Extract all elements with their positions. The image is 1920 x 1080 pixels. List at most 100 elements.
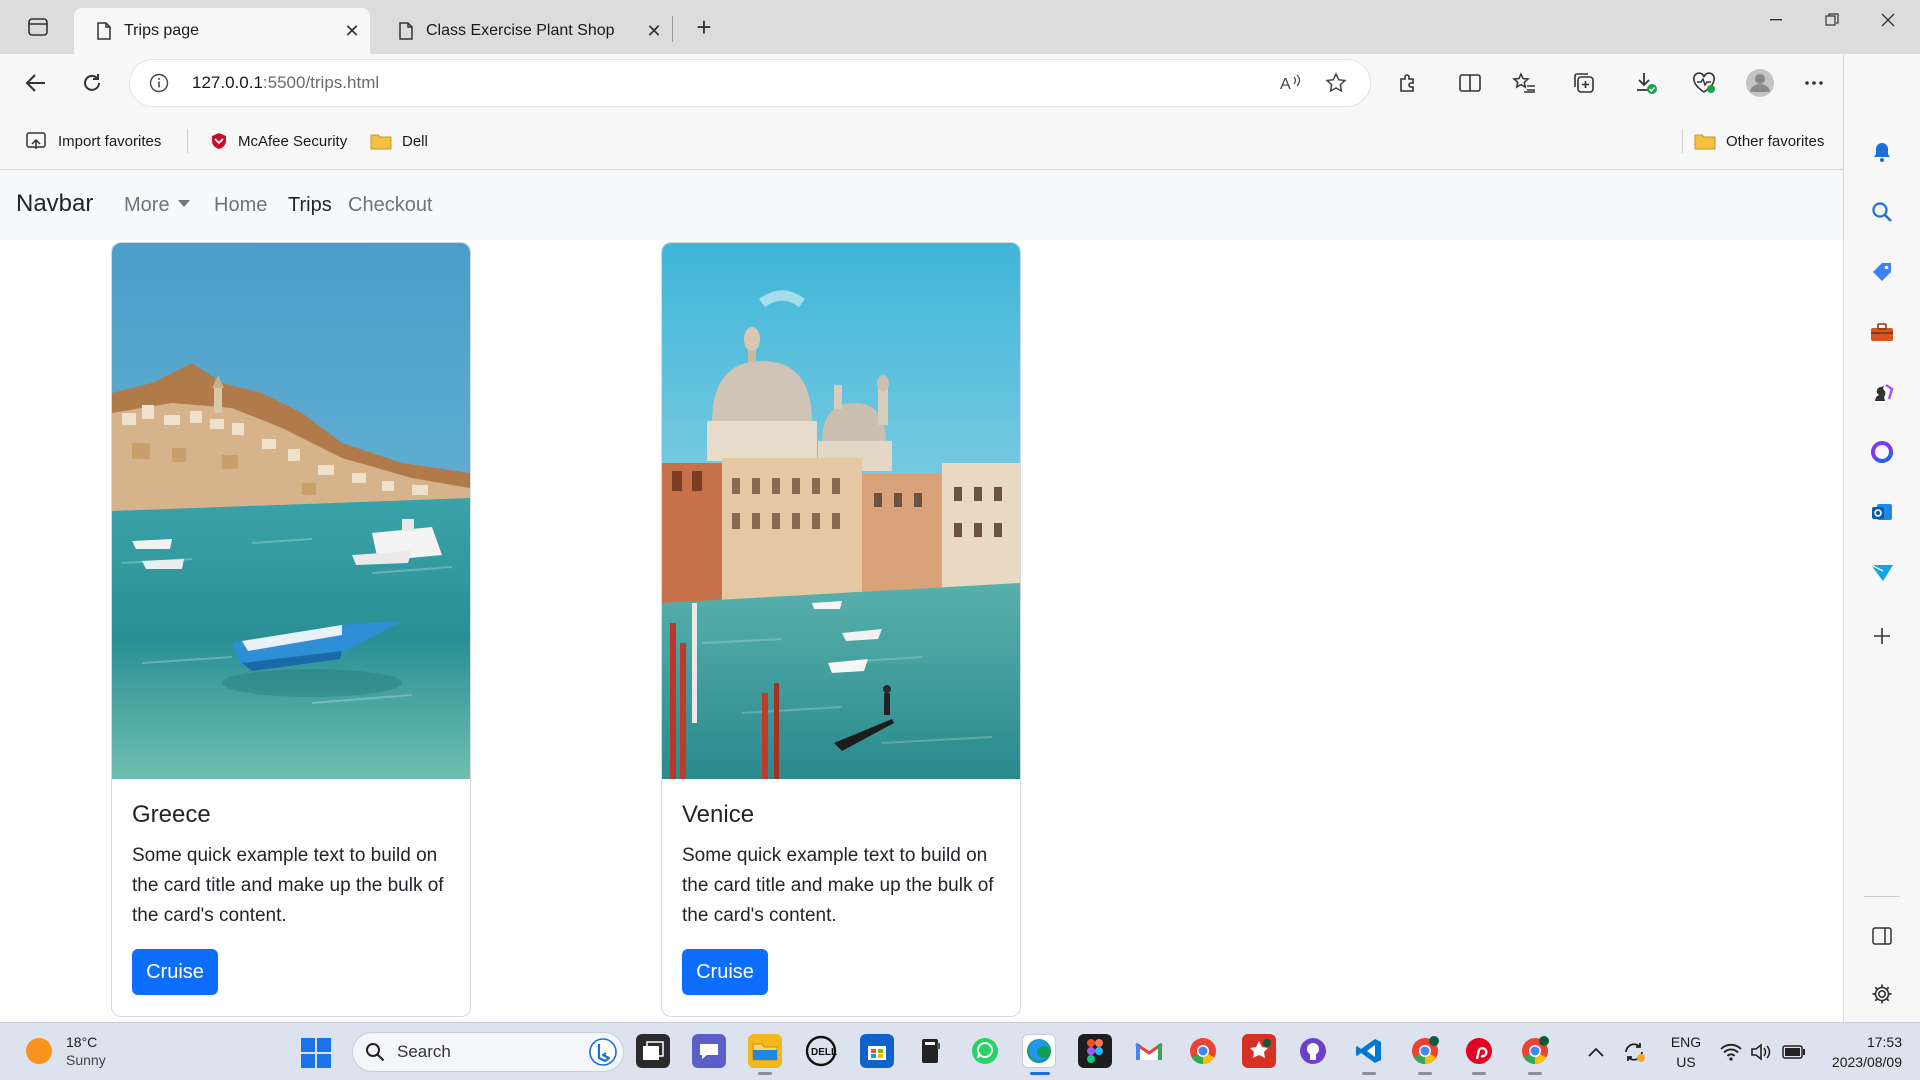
bing-icon [589,1038,617,1066]
gmail-icon[interactable] [1132,1034,1166,1068]
page-icon [84,22,124,40]
chrome-profile-2-icon[interactable] [1518,1034,1552,1068]
nav-checkout[interactable]: Checkout [348,194,433,217]
site-navbar: Navbar More Home Trips Checkout [0,170,1843,240]
sync-status-button[interactable] [1622,1023,1646,1080]
url-host: 127.0.0.1 [192,73,263,92]
browser-essentials-button[interactable] [1686,65,1722,101]
chrome-profile-icon[interactable] [1408,1034,1442,1068]
tools-button[interactable] [1862,312,1902,352]
tab-trips-page[interactable]: Trips page ✕ [74,8,370,54]
folder-icon [1694,132,1716,150]
close-window-button[interactable] [1860,0,1916,40]
nav-trips[interactable]: Trips [288,194,332,217]
drop-button[interactable] [1862,552,1902,592]
browser-toolbar: 127.0.0.1:5500/trips.html A [0,54,1920,112]
show-hidden-icons-button[interactable] [1588,1023,1604,1080]
running-indicator [1362,1072,1376,1075]
network-button[interactable] [1720,1023,1742,1080]
task-view-icon[interactable] [636,1034,670,1068]
search-icon [1872,202,1892,222]
outlook-icon [1872,504,1892,520]
favorite-mcafee[interactable]: McAfee Security [210,129,347,153]
read-aloud-icon[interactable]: A [1272,65,1308,101]
speaker-icon [1751,1043,1771,1061]
tab-plant-shop[interactable]: Class Exercise Plant Shop ✕ [376,8,672,54]
sidebar-settings-button[interactable] [1862,974,1902,1014]
games-button[interactable] [1862,372,1902,412]
add-sidebar-app-button[interactable] [1862,616,1902,656]
url-text: 127.0.0.1:5500/trips.html [192,73,379,93]
taskbar-search-box[interactable]: Search [352,1032,624,1072]
profile-button[interactable] [1742,65,1778,101]
restore-button[interactable] [1804,0,1860,40]
favorite-dell-folder[interactable]: Dell [370,129,428,153]
sidebar-divider [1864,896,1900,897]
favorites-button[interactable] [1506,65,1542,101]
back-button[interactable] [18,65,54,101]
search-icon [365,1042,385,1062]
chrome-icon[interactable] [1186,1034,1220,1068]
vscode-icon[interactable] [1352,1034,1386,1068]
edge-browser-icon[interactable] [1022,1034,1056,1068]
app-icon-red[interactable] [1242,1034,1276,1068]
settings-more-button[interactable] [1796,65,1832,101]
plus-icon [1874,628,1890,644]
microsoft-store-icon[interactable] [860,1034,894,1068]
sidebar-search-button[interactable] [1862,192,1902,232]
github-desktop-icon[interactable] [1296,1034,1330,1068]
teams-chat-icon[interactable] [692,1034,726,1068]
weather-widget[interactable]: 18°C Sunny [26,1033,106,1069]
address-bar[interactable]: 127.0.0.1:5500/trips.html A [130,60,1370,106]
collections-button[interactable] [1566,65,1602,101]
chess-piece-icon [1875,383,1894,401]
running-indicator [1528,1072,1542,1075]
battery-icon [1782,1045,1805,1059]
microsoft-365-button[interactable] [1862,432,1902,472]
dell-icon[interactable]: DELL [804,1034,838,1068]
notes-app-icon[interactable] [914,1034,948,1068]
pinterest-icon[interactable] [1462,1034,1496,1068]
other-favorites-folder[interactable]: Other favorites [1694,129,1824,153]
battery-button[interactable] [1782,1023,1806,1080]
taskbar-clock[interactable]: 17:53 2023/08/09 [1818,1032,1902,1072]
minimize-button[interactable] [1748,0,1804,40]
favorite-star-icon[interactable] [1318,65,1354,101]
input-language-button[interactable]: ENG US [1668,1032,1704,1072]
shopping-button[interactable] [1862,252,1902,292]
close-tab-button[interactable]: ✕ [636,21,672,42]
new-tab-button[interactable]: + [686,12,722,42]
office-icon [1871,441,1893,463]
card-text: Some quick example text to build on the … [682,845,994,926]
file-explorer-icon[interactable] [748,1034,782,1068]
navbar-brand[interactable]: Navbar [16,190,93,218]
downloads-button[interactable] [1628,65,1664,101]
nav-home[interactable]: Home [214,194,267,217]
figma-icon[interactable] [1078,1034,1112,1068]
favorite-import[interactable]: Import favorites [26,129,161,153]
download-icon [1637,73,1657,94]
language-code: ENG [1670,1034,1702,1050]
nav-link-label: More [124,194,170,216]
nav-more-dropdown[interactable]: More [124,194,190,217]
refresh-button[interactable] [74,65,110,101]
tab-actions-button[interactable] [16,12,60,42]
outlook-button[interactable] [1862,492,1902,532]
cruise-button[interactable]: Cruise [132,949,218,995]
running-indicator [1472,1072,1486,1075]
tab-actions-icon [28,18,48,36]
volume-button[interactable] [1750,1023,1774,1080]
extensions-button[interactable] [1390,65,1426,101]
active-app-indicator [1030,1072,1050,1075]
start-button[interactable] [300,1037,332,1069]
notifications-button[interactable] [1862,132,1902,172]
site-info-icon[interactable] [148,72,170,94]
close-tab-button[interactable]: ✕ [334,21,370,42]
whatsapp-icon[interactable] [968,1034,1002,1068]
split-screen-button[interactable] [1452,65,1488,101]
tag-icon [1873,263,1891,281]
hide-sidebar-button[interactable] [1862,916,1902,956]
favorites-separator [187,129,188,153]
cruise-button[interactable]: Cruise [682,949,768,995]
tab-strip: Trips page ✕ Class Exercise Plant Shop ✕… [0,0,1920,54]
